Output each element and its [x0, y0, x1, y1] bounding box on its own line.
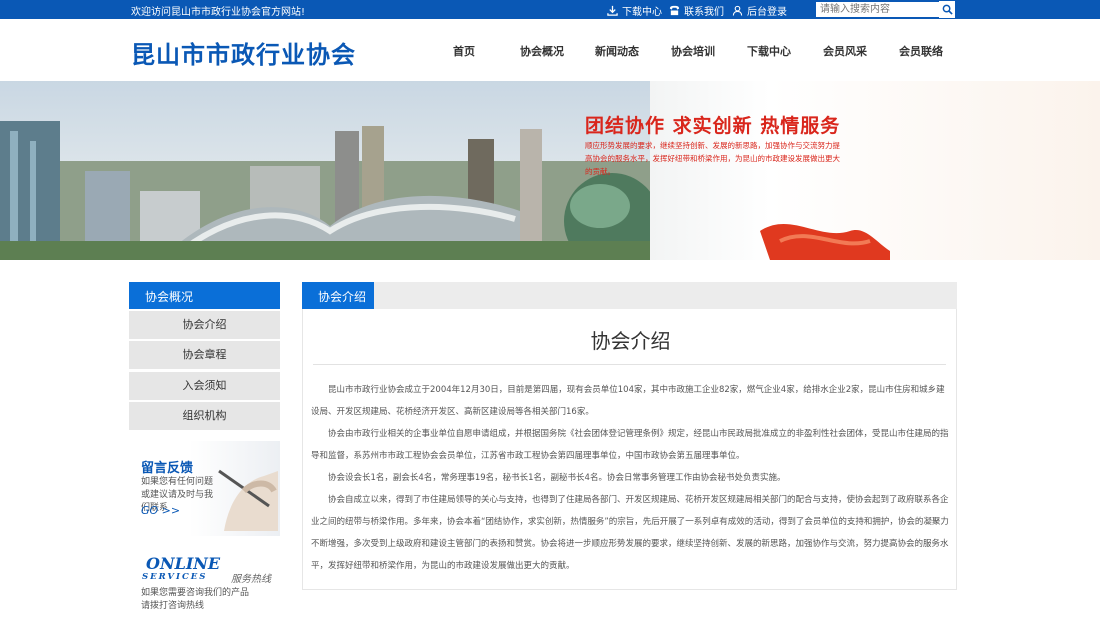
feedback-box[interactable]: 留言反馈 如果您有任何问题或建议请及时与我们联系 GO >>	[129, 441, 280, 536]
nav-download[interactable]: 下载中心	[747, 43, 791, 59]
online-desc: 如果您需要咨询我们的产品 请拨打咨询热线	[141, 587, 249, 613]
sidebar-item-join[interactable]: 入会须知	[129, 372, 280, 400]
hand-pen-image	[218, 469, 278, 531]
download-link[interactable]: 下载中心	[607, 3, 662, 18]
content-panel: 协会介绍 昆山市市政行业协会成立于2004年12月30日，目前是第四届，现有会员…	[302, 309, 957, 590]
sidebar-item-intro[interactable]: 协会介绍	[129, 311, 280, 339]
sidebar-title: 协会概况	[129, 282, 280, 309]
intro-paragraph-4: 协会自成立以来，得到了市住建局领导的关心与支持，也得到了住建局各部门、开发区规建…	[311, 495, 949, 571]
nav-training[interactable]: 协会培训	[671, 43, 715, 59]
nav-overview[interactable]: 协会概况	[520, 43, 564, 59]
intro-paragraph-1: 昆山市市政行业协会成立于2004年12月30日，目前是第四届，现有会员单位104…	[311, 385, 945, 417]
nav-news[interactable]: 新闻动态	[595, 43, 639, 59]
hotline-label: 服务热线	[231, 574, 271, 585]
top-bar: 欢迎访问昆山市市政行业协会官方网站! 下载中心 联系我们 后台登录	[0, 0, 1100, 19]
content-tab-bar	[302, 282, 957, 309]
city-skyline-image	[0, 121, 660, 260]
banner-subslogan: 顺应形势发展的要求，继续坚持创新、发展的新思路，加强协作与交流努力提高协会的服务…	[585, 141, 840, 176]
contact-label: 联系我们	[684, 7, 724, 18]
title-divider	[313, 364, 946, 365]
download-icon	[607, 5, 618, 16]
banner-slogan: 团结协作 求实创新 热情服务	[585, 115, 841, 137]
feedback-go-link[interactable]: GO >>	[141, 504, 180, 517]
sidebar-item-charter[interactable]: 协会章程	[129, 341, 280, 369]
feedback-title: 留言反馈	[141, 461, 194, 476]
tab-intro[interactable]: 协会介绍	[302, 282, 374, 309]
online-desc-line2: 请拨打咨询热线	[141, 601, 205, 611]
red-ribbon-image	[760, 223, 890, 260]
banner-image	[0, 81, 660, 260]
login-label: 后台登录	[747, 7, 787, 18]
welcome-text: 欢迎访问昆山市市政行业协会官方网站!	[131, 7, 306, 18]
online-label: ONLINE	[146, 554, 221, 573]
download-label: 下载中心	[622, 7, 662, 18]
search-button[interactable]	[939, 1, 955, 18]
services-label: SERVICES	[142, 572, 208, 582]
phone-icon	[669, 5, 680, 16]
user-icon	[732, 5, 743, 16]
search-input[interactable]	[816, 2, 939, 17]
nav-members[interactable]: 会员风采	[823, 43, 867, 59]
page-title: 协会介绍	[590, 329, 671, 353]
online-desc-line1: 如果您需要咨询我们的产品	[141, 588, 250, 598]
login-link[interactable]: 后台登录	[732, 3, 787, 18]
intro-paragraph-2: 协会由市政行业相关的企事业单位自愿申请组成，并根据国务院《社会团体登记管理条例》…	[311, 429, 949, 461]
sidebar-item-organization[interactable]: 组织机构	[129, 402, 280, 430]
online-services-box: ONLINE SERVICES 服务热线 如果您需要咨询我们的产品 请拨打咨询热…	[129, 550, 280, 618]
nav-home[interactable]: 首页	[453, 43, 475, 59]
site-header: 昆山市市政行业协会 首页 协会概况 新闻动态 协会培训 下载中心 会员风采 会员…	[0, 19, 1100, 81]
site-logo[interactable]: 昆山市市政行业协会	[131, 35, 356, 70]
nav-contact[interactable]: 会员联络	[899, 43, 943, 59]
contact-link[interactable]: 联系我们	[669, 3, 724, 18]
intro-paragraph-3: 协会设会长1名，副会长4名，常务理事19名，秘书长1名，副秘书长4名。协会日常事…	[328, 473, 786, 483]
hero-banner: 团结协作 求实创新 热情服务 顺应形势发展的要求，继续坚持创新、发展的新思路，加…	[0, 81, 1100, 260]
search-icon	[942, 4, 953, 15]
